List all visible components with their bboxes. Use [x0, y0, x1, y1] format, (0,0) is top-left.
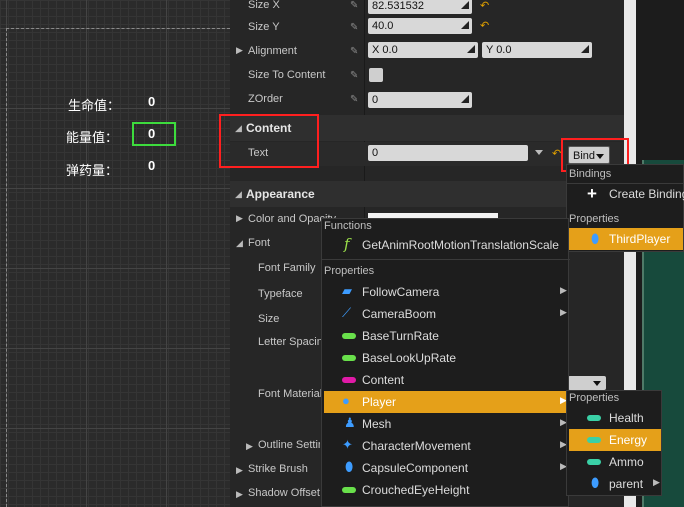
energy-label: 能量值：: [66, 130, 119, 145]
size-x-label: Size X: [248, 0, 280, 11]
reset-icon[interactable]: ↶: [552, 147, 561, 160]
parent-item[interactable]: ⬮ parent ▶: [569, 473, 661, 495]
create-binding-item[interactable]: + Create Binding: [569, 183, 684, 205]
pin-icon[interactable]: ✎: [350, 70, 360, 81]
int-icon: [587, 415, 601, 421]
crouched-eye-height-item[interactable]: CrouchedEyeHeight: [324, 479, 568, 501]
appearance-category[interactable]: ◢ Appearance: [230, 181, 624, 207]
follow-camera-item[interactable]: ▰ FollowCamera ▶: [324, 281, 568, 303]
int-icon: [587, 459, 601, 465]
functions-properties-header: Properties: [324, 265, 375, 277]
health-value[interactable]: 0: [148, 94, 155, 109]
reset-icon[interactable]: ↶: [480, 19, 489, 32]
movement-icon: ✦: [342, 437, 353, 452]
content-item[interactable]: Content: [324, 369, 568, 391]
alignment-y-field[interactable]: Y 0.0: [482, 42, 592, 58]
text-field[interactable]: 0: [368, 145, 528, 161]
character-movement-item[interactable]: ✦ CharacterMovement ▶: [324, 435, 568, 457]
health-item[interactable]: Health: [569, 407, 661, 429]
outline-settings-label: Outline Settings: [258, 439, 320, 451]
text-dropdown-icon[interactable]: [535, 150, 543, 155]
alignment-row: ▶ Alignment ✎ X 0.0 Y 0.0: [230, 40, 624, 64]
alignment-x-field[interactable]: X 0.0: [368, 42, 478, 58]
pin-icon[interactable]: ✎: [350, 22, 360, 33]
size-y-field[interactable]: 40.0: [368, 18, 472, 34]
functions-menu: Functions f GetAnimRootMotionTranslation…: [321, 218, 570, 507]
alignment-label: Alignment: [248, 45, 297, 57]
zorder-row: ZOrder ✎ 0: [230, 88, 624, 112]
widget-bounds-horizontal: [6, 28, 230, 29]
size-y-row: Size Y ✎ 40.0 ↶: [230, 16, 624, 40]
collapse-arrow-icon[interactable]: ◢: [236, 238, 243, 249]
font-family-label: Font Family: [258, 262, 316, 274]
reset-icon[interactable]: ↶: [480, 0, 489, 12]
typeface-label: Typeface: [258, 288, 303, 300]
mesh-icon: ♟: [344, 415, 356, 430]
base-look-up-rate-item[interactable]: BaseLookUpRate: [324, 347, 568, 369]
capsule-icon: ⬮: [345, 459, 354, 474]
camera-boom-item[interactable]: ⟋ CameraBoom ▶: [324, 303, 568, 325]
float-icon: [342, 355, 356, 361]
ammo-value[interactable]: 0: [148, 158, 155, 173]
spring-arm-icon: ⟋: [342, 305, 352, 320]
mesh-item[interactable]: ♟ Mesh ▶: [324, 413, 568, 435]
size-y-label: Size Y: [248, 21, 280, 33]
pin-icon[interactable]: ✎: [350, 0, 360, 11]
energy-item[interactable]: Energy: [569, 429, 661, 451]
bindings-menu: Bindings + Create Binding Properties ⬮ T…: [566, 164, 684, 252]
player-properties-header: Properties: [569, 392, 620, 404]
pin-icon[interactable]: ✎: [350, 94, 360, 105]
size-x-field[interactable]: 82.531532: [368, 0, 472, 14]
expand-arrow-icon[interactable]: ▶: [236, 489, 243, 500]
player-item[interactable]: ● Player ▶: [324, 391, 568, 413]
pin-icon[interactable]: ✎: [350, 46, 360, 57]
content-highlight-annotation: [219, 114, 319, 168]
expand-arrow-icon[interactable]: ▶: [236, 45, 243, 56]
capsule-component-item[interactable]: ⬮ CapsuleComponent ▶: [324, 457, 568, 479]
third-player-item[interactable]: ⬮ ThirdPlayer: [569, 228, 683, 250]
zorder-label: ZOrder: [248, 93, 283, 105]
size-label: Size: [258, 313, 280, 325]
expand-arrow-icon[interactable]: ▶: [236, 213, 243, 224]
font-material-label: Font Material: [258, 388, 322, 400]
zorder-field[interactable]: 0: [368, 92, 472, 108]
size-to-content-checkbox[interactable]: [369, 68, 383, 82]
text-icon: [342, 377, 356, 383]
energy-value[interactable]: 0: [148, 126, 155, 141]
object-icon: ●: [342, 393, 350, 408]
ammo-label: 弹药量：: [66, 163, 119, 178]
object-icon: ⬮: [591, 231, 600, 246]
bindings-header: Bindings: [569, 168, 612, 180]
function-icon: f: [344, 235, 350, 253]
plus-icon: +: [587, 184, 597, 203]
shadow-offset-label: Shadow Offset: [248, 487, 320, 499]
bindings-properties-header: Properties: [569, 213, 620, 225]
object-icon: ⬮: [591, 475, 600, 490]
letter-spacing-label: Letter Spacing: [258, 336, 322, 348]
camera-icon: ▰: [342, 283, 352, 298]
player-submenu: Properties Health Energy Ammo ⬮ parent ▶: [566, 390, 662, 496]
base-turn-rate-item[interactable]: BaseTurnRate: [324, 325, 568, 347]
expand-arrow-icon[interactable]: ▶: [246, 441, 253, 452]
int-icon: [587, 437, 601, 443]
health-label: 生命值：: [68, 98, 121, 113]
strike-brush-label: Strike Brush: [248, 463, 308, 475]
float-icon: [342, 333, 356, 339]
function-item[interactable]: f GetAnimRootMotionTranslationScale: [324, 234, 568, 256]
functions-header: Functions: [324, 220, 372, 232]
designer-canvas[interactable]: 生命值： 0 能量值： 0 弹药量： 0: [0, 0, 230, 507]
float-icon: [342, 487, 356, 493]
appearance-category-title: Appearance: [246, 187, 315, 201]
font-material-dropdown[interactable]: [568, 376, 606, 390]
font-label: Font: [248, 237, 271, 249]
ammo-item[interactable]: Ammo: [569, 451, 661, 473]
size-to-content-label: Size To Content: [248, 69, 326, 81]
size-to-content-row: Size To Content ✎: [230, 64, 624, 88]
widget-bounds-vertical: [6, 28, 7, 507]
expand-arrow-icon[interactable]: ▶: [236, 465, 243, 476]
